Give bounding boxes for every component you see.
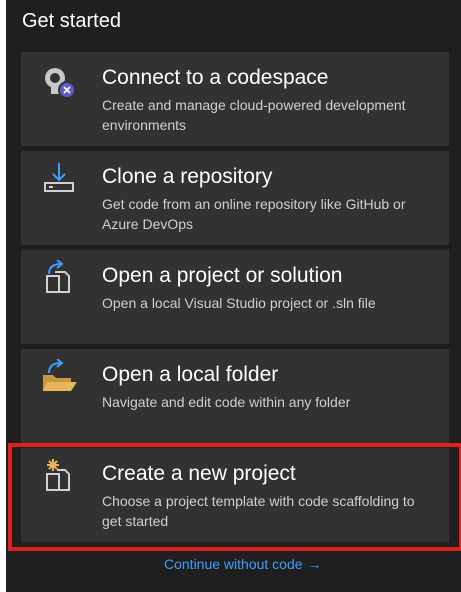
continue-without-code-link[interactable]: Continue without code →	[164, 554, 322, 574]
open-local-folder-card[interactable]: Open a local folder Navigate and edit co…	[21, 349, 449, 443]
new-project-icon	[37, 458, 81, 494]
card-title: Open a project or solution	[102, 264, 343, 287]
arrow-right-icon: →	[307, 556, 322, 572]
connect-codespace-card[interactable]: Connect to a codespace Create and manage…	[21, 52, 449, 146]
card-description: Navigate and edit code within any folder	[102, 394, 351, 410]
card-description: Get code from an online repository like …	[102, 196, 406, 232]
card-description: Create and manage cloud-powered developm…	[102, 97, 406, 133]
create-new-project-card[interactable]: Create a new project Choose a project te…	[21, 448, 449, 542]
card-description: Open a local Visual Studio project or .s…	[102, 295, 376, 311]
card-title: Open a local folder	[102, 363, 279, 386]
clone-download-icon	[37, 161, 81, 197]
card-title: Clone a repository	[102, 165, 273, 188]
continue-link-label: Continue without code	[164, 556, 303, 572]
page-title: Get started	[22, 10, 121, 32]
open-project-icon	[37, 260, 81, 296]
get-started-panel: Get started Connect to a codespace Creat…	[6, 0, 461, 592]
card-title: Connect to a codespace	[102, 66, 329, 89]
clone-repository-card[interactable]: Clone a repository Get code from an onli…	[21, 151, 449, 245]
card-title: Create a new project	[102, 462, 296, 485]
open-project-card[interactable]: Open a project or solution Open a local …	[21, 250, 449, 344]
open-folder-icon	[37, 359, 81, 395]
codespace-icon	[37, 64, 81, 100]
card-description: Choose a project template with code scaf…	[102, 493, 415, 529]
